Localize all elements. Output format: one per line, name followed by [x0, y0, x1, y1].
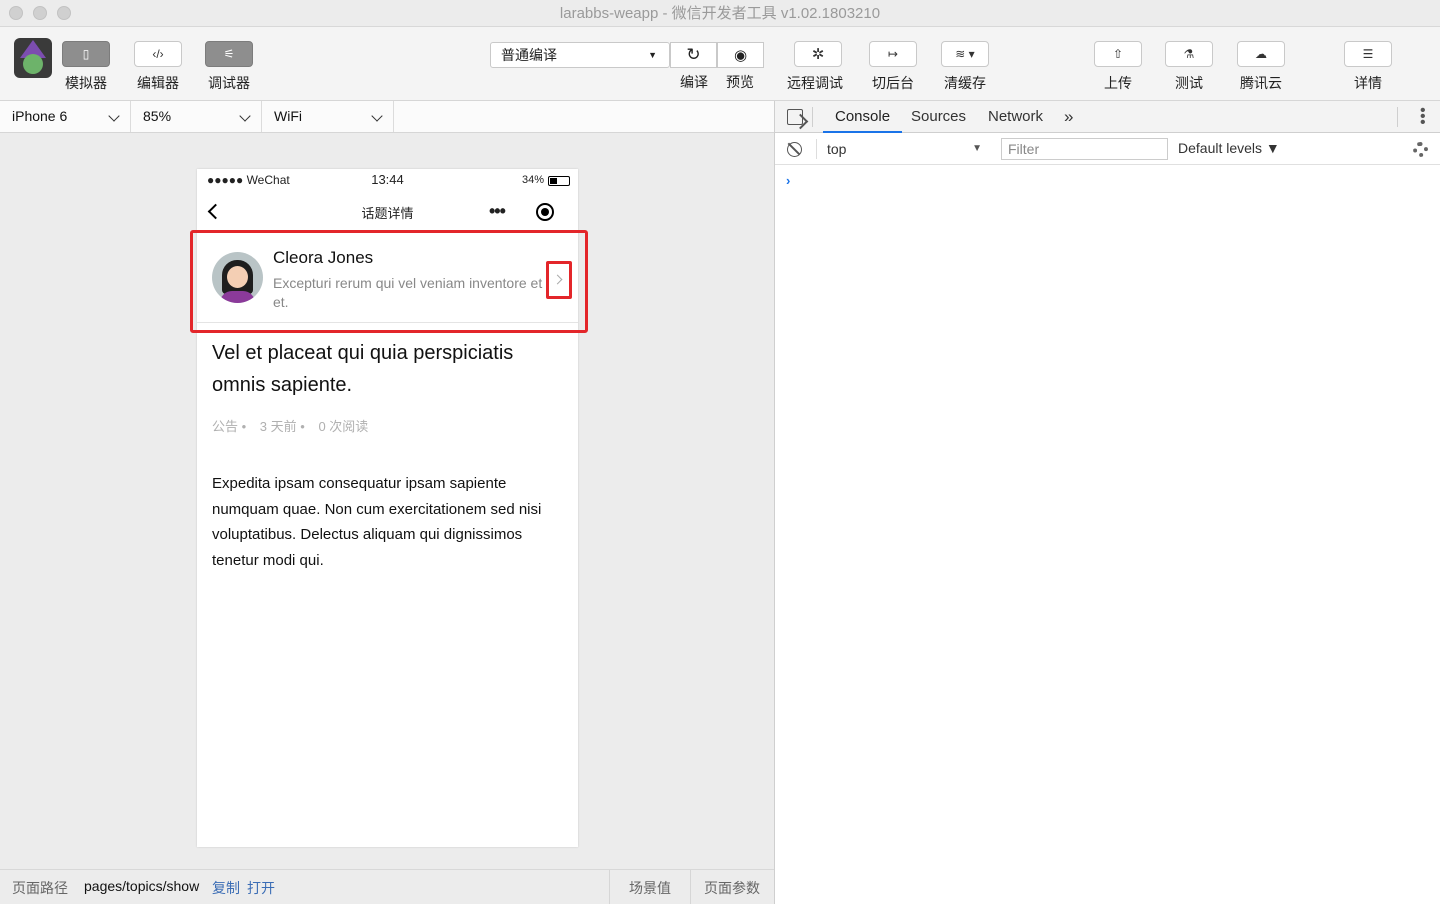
gear-icon[interactable]	[1413, 142, 1428, 157]
refresh-icon: ↻	[686, 45, 701, 64]
more-dots-icon[interactable]: •••	[489, 201, 506, 222]
window-title: larabbs-weapp - 微信开发者工具 v1.02.1803210	[559, 5, 881, 22]
eye-icon: ◉	[733, 47, 748, 64]
page-path-bar: 页面路径 pages/topics/show 复制 打开 场景值 页面参数	[0, 869, 774, 904]
devtools-tab-bar: Console Sources Network » • • •	[775, 101, 1440, 133]
close-capsule-icon[interactable]	[536, 203, 554, 221]
background-button[interactable]: ↦ 切后台	[869, 41, 917, 93]
nav-title: 话题详情	[361, 206, 414, 221]
clear-console-icon[interactable]	[787, 142, 802, 157]
topic-category: 公告 •	[212, 419, 247, 434]
kebab-menu-icon[interactable]: • • •	[1420, 103, 1426, 131]
editor-toggle[interactable]: ‹/› 编辑器	[134, 41, 182, 93]
title-bar: larabbs-weapp - 微信开发者工具 v1.02.1803210	[0, 0, 1440, 27]
device-value: iPhone 6	[12, 108, 68, 124]
zoom-window-button[interactable]	[57, 6, 71, 20]
upload-icon: ⇧	[1094, 41, 1142, 67]
battery-percent: 34%	[521, 174, 544, 186]
chevron-down-icon	[108, 110, 120, 122]
compile-label: 编译	[680, 74, 708, 90]
devtools-panel: Console Sources Network » • • • top ▼ Filt…	[775, 101, 1440, 904]
clear-cache-button[interactable]: ≋ ▾ 清缓存	[941, 41, 989, 93]
remote-debug-label: 远程调试	[787, 75, 843, 91]
flask-icon: ⚗	[1165, 41, 1213, 67]
battery-icon	[548, 176, 570, 186]
phone-status-bar: ●●●●● WeChat 13:44 34%	[197, 169, 578, 191]
device-select[interactable]: iPhone 6	[0, 101, 131, 132]
inspect-element-icon[interactable]	[787, 109, 803, 125]
console-toolbar: top ▼ Filter Default levels ▼	[775, 133, 1440, 165]
test-label: 测试	[1175, 75, 1203, 91]
topic-time: 3 天前 •	[259, 419, 305, 434]
simulator-label: 模拟器	[65, 75, 107, 91]
highlight-box-arrow	[546, 261, 572, 299]
dropdown-caret-icon: ▼	[648, 50, 657, 60]
context-select[interactable]: top ▼	[816, 139, 986, 159]
test-button[interactable]: ⚗ 测试	[1165, 41, 1213, 93]
context-value: top	[827, 141, 847, 157]
preview-button[interactable]: ◉	[717, 42, 764, 68]
layers-icon: ≋ ▾	[941, 41, 989, 67]
menu-icon: ☰	[1344, 41, 1392, 67]
bug-icon: ✲	[794, 41, 842, 67]
upload-label: 上传	[1104, 75, 1132, 91]
phone-icon: ▯	[62, 41, 110, 67]
console-filter-input[interactable]: Filter	[1001, 138, 1168, 160]
cloud-icon: ☁	[1237, 41, 1285, 67]
user-avatar-logo[interactable]	[14, 38, 52, 78]
highlight-box-author-card	[190, 230, 588, 333]
scene-value-button[interactable]: 场景值	[629, 878, 671, 898]
details-button[interactable]: ☰ 详情	[1344, 41, 1392, 93]
topic-views: 0 次阅读	[318, 419, 369, 434]
zoom-select[interactable]: 85%	[131, 101, 262, 132]
preview-label: 预览	[726, 74, 754, 90]
compile-mode-value: 普通编译	[501, 47, 557, 63]
page-params-button[interactable]: 页面参数	[704, 878, 760, 898]
editor-label: 编辑器	[137, 75, 179, 91]
compile-button[interactable]: ↻	[670, 42, 717, 68]
tencent-cloud-label: 腾讯云	[1240, 75, 1282, 91]
minimize-window-button[interactable]	[33, 6, 47, 20]
switch-background-icon: ↦	[869, 41, 917, 67]
tab-sources[interactable]: Sources	[911, 101, 966, 133]
debugger-toggle[interactable]: ⚟ 调试器	[205, 41, 253, 93]
background-label: 切后台	[872, 75, 914, 91]
open-path-link[interactable]: 打开	[247, 878, 275, 898]
simulator-toggle[interactable]: ▯ 模拟器	[62, 41, 110, 93]
details-label: 详情	[1354, 75, 1382, 91]
chevron-down-icon	[371, 110, 383, 122]
close-window-button[interactable]	[9, 6, 23, 20]
upload-button[interactable]: ⇧ 上传	[1094, 41, 1142, 93]
network-value: WiFi	[274, 108, 302, 124]
code-icon: ‹/›	[134, 41, 182, 67]
sliders-icon: ⚟	[205, 41, 253, 67]
zoom-value: 85%	[143, 108, 172, 124]
more-tabs-icon[interactable]: »	[1064, 101, 1073, 133]
tab-network[interactable]: Network	[988, 101, 1043, 133]
tab-console[interactable]: Console	[823, 101, 903, 133]
compile-mode-select[interactable]: 普通编译 ▼	[490, 42, 670, 68]
page-path-label: 页面路径	[12, 880, 68, 896]
chevron-down-icon	[239, 110, 251, 122]
clear-cache-label: 清缓存	[944, 75, 986, 91]
remote-debug-button[interactable]: ✲ 远程调试	[787, 41, 843, 93]
tencent-cloud-button[interactable]: ☁ 腾讯云	[1237, 41, 1285, 93]
topic-meta: 公告 • 3 天前 • 0 次阅读	[212, 416, 378, 435]
phone-screen: ●●●●● WeChat 13:44 34% 话题详情 ••• Cleora J…	[190, 169, 588, 847]
device-bar: iPhone 6 85% WiFi	[0, 101, 774, 133]
status-time: 13:44	[371, 172, 404, 187]
phone-nav-bar: 话题详情 •••	[197, 191, 578, 231]
copy-path-link[interactable]: 复制	[212, 878, 240, 898]
topic-body: Expedita ipsam consequatur ipsam sapient…	[212, 475, 542, 569]
log-levels-select[interactable]: Default levels ▼	[1178, 140, 1280, 156]
topic-title: Vel et placeat qui quia perspiciatis omn…	[212, 342, 514, 396]
console-prompt[interactable]: ›	[786, 173, 790, 188]
debugger-label: 调试器	[208, 75, 250, 91]
page-path-value: pages/topics/show	[84, 878, 200, 894]
dropdown-caret-icon: ▼	[972, 143, 982, 154]
network-select[interactable]: WiFi	[262, 101, 394, 132]
